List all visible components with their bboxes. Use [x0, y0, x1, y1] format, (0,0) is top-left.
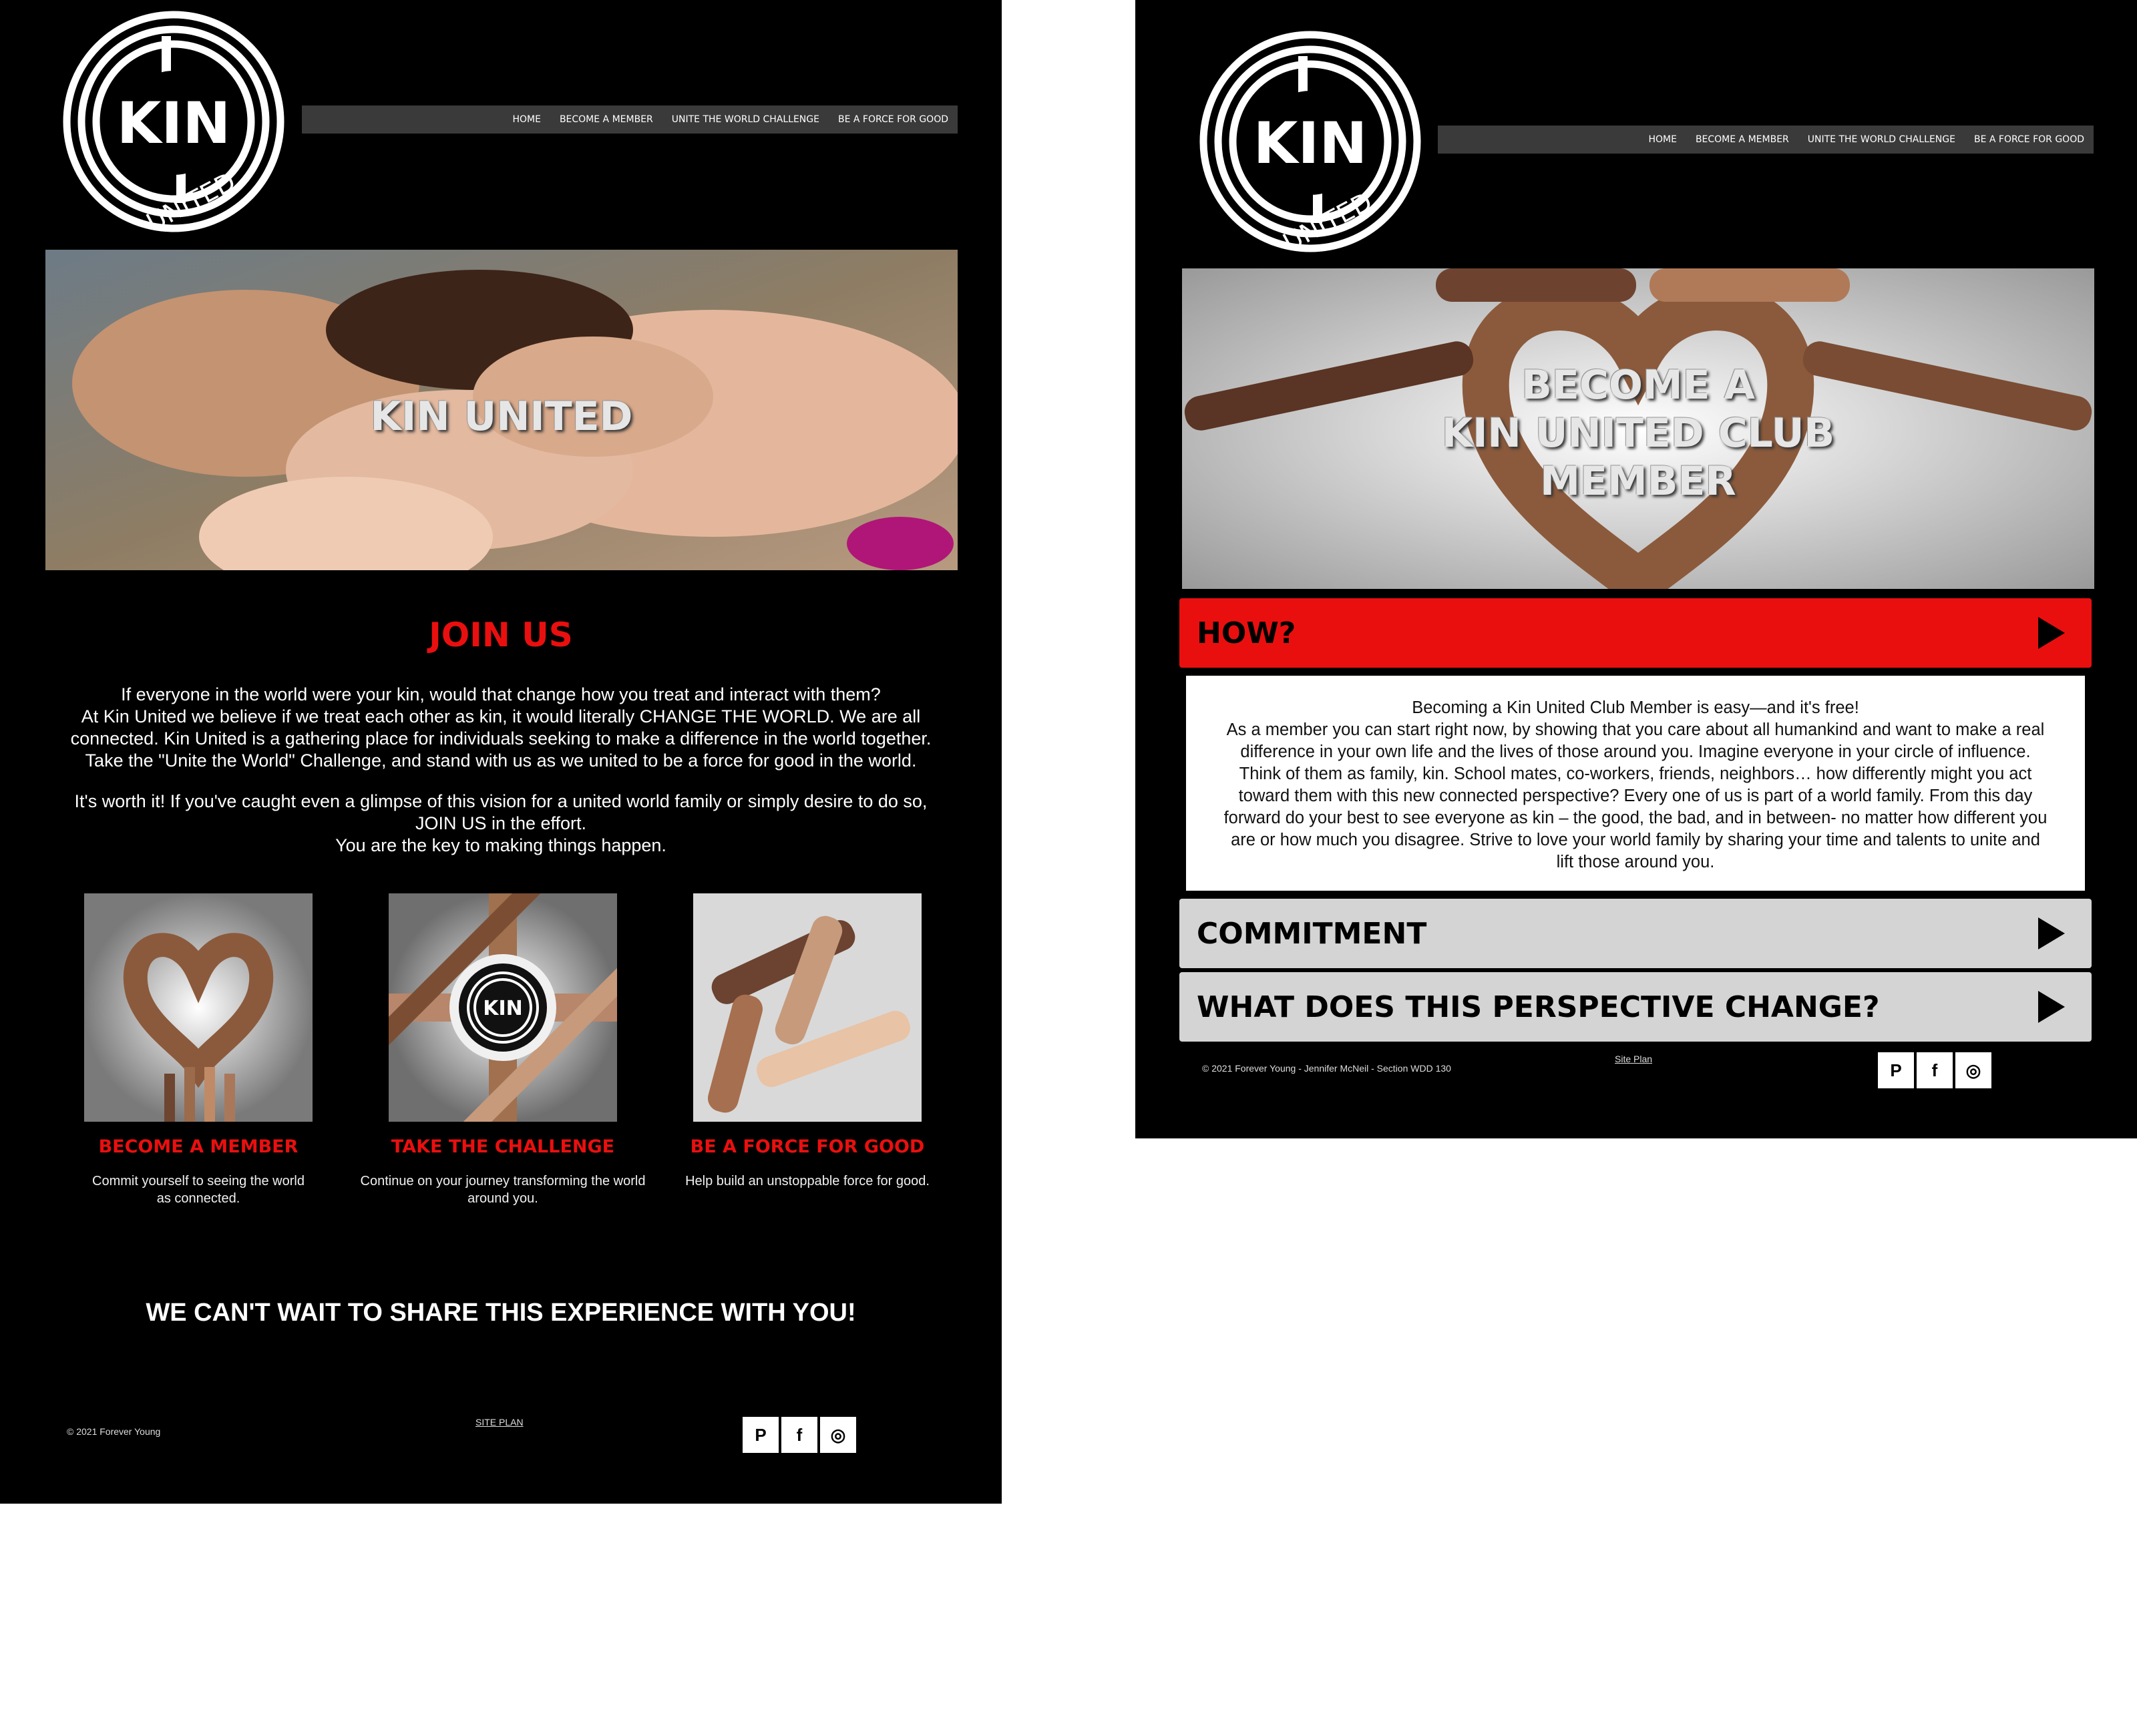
- feature-desc-take-challenge: Continue on your journey transforming th…: [360, 1174, 646, 1206]
- pinterest-icon[interactable]: P: [743, 1417, 779, 1453]
- how-line: Becoming a Kin United Club Member is eas…: [1412, 698, 1859, 717]
- kin-united-logo[interactable]: KIN UNITED: [1198, 29, 1422, 258]
- nav-force-for-good[interactable]: BE A FORCE FOR GOOD: [838, 114, 948, 125]
- social-links: P f ◎: [743, 1417, 856, 1453]
- main-nav: HOME BECOME A MEMBER UNITE THE WORLD CHA…: [1438, 126, 2094, 154]
- nav-become-member[interactable]: BECOME A MEMBER: [1696, 134, 1789, 145]
- worth-it-line: You are the key to making things happen.: [335, 835, 666, 855]
- instagram-icon[interactable]: ◎: [820, 1417, 856, 1453]
- feature-linked-arms-image[interactable]: [693, 893, 922, 1122]
- how-line: As a member you can start right now, by …: [1226, 720, 2045, 739]
- how-line: difference in your own life and the live…: [1240, 742, 2031, 761]
- cta-heading: WE CAN'T WAIT TO SHARE THIS EXPERIENCE W…: [146, 1299, 856, 1327]
- hero-title-line: MEMBER: [1540, 458, 1736, 505]
- footer-copyright: © 2021 Forever Young - Jennifer McNeil -…: [1202, 1063, 1451, 1074]
- hero-banner: BECOME A KIN UNITED CLUB MEMBER: [1182, 268, 2094, 589]
- logo-word-kin: KIN: [1253, 110, 1368, 177]
- how-line: toward them with this new connected pers…: [1238, 787, 2033, 805]
- facebook-icon[interactable]: f: [1917, 1052, 1953, 1088]
- play-arrow-icon: [2038, 917, 2065, 949]
- how-line: are or how much you disagree. Strive to …: [1231, 831, 2040, 849]
- how-line: Think of them as family, kin. School mat…: [1239, 765, 2032, 783]
- site-plan-link[interactable]: Site Plan: [1615, 1054, 1652, 1064]
- worth-it-line: JOIN US in the effort.: [415, 813, 587, 833]
- hero-title-line: KIN UNITED CLUB: [1441, 410, 1835, 457]
- feature-heart-hands-image[interactable]: [84, 893, 313, 1122]
- accordion-title: COMMITMENT: [1197, 916, 1427, 951]
- intro-line: At Kin United we believe if we treat eac…: [81, 706, 921, 726]
- nav-unite-challenge[interactable]: UNITE THE WORLD CHALLENGE: [1808, 134, 1955, 145]
- logo-word-kin: KIN: [117, 90, 231, 157]
- intro-line: If everyone in the world were your kin, …: [121, 684, 881, 704]
- nav-home[interactable]: HOME: [512, 114, 540, 125]
- feature-title-force-for-good[interactable]: BE A FORCE FOR GOOD: [654, 1136, 961, 1157]
- intro-paragraph: If everyone in the world were your kin, …: [60, 684, 942, 772]
- hero-title-line: BECOME A: [1521, 362, 1755, 409]
- nav-force-for-good[interactable]: BE A FORCE FOR GOOD: [1974, 134, 2084, 145]
- how-line: lift those around you.: [1556, 853, 1715, 871]
- become-member-page: KIN UNITED HOME BECOME A MEMBER UNITE TH…: [1135, 0, 2137, 1138]
- feature-title-become-member[interactable]: BECOME A MEMBER: [45, 1136, 352, 1157]
- footer-copyright: © 2021 Forever Young: [67, 1426, 161, 1437]
- home-page: KIN UNITED HOME BECOME A MEMBER UNITE TH…: [0, 0, 1002, 1504]
- site-plan-link[interactable]: SITE PLAN: [475, 1417, 524, 1428]
- accordion-title: WHAT DOES THIS PERSPECTIVE CHANGE?: [1197, 990, 1880, 1024]
- accordion-perspective-header[interactable]: WHAT DOES THIS PERSPECTIVE CHANGE?: [1179, 972, 2092, 1042]
- play-arrow-icon: [2038, 617, 2065, 649]
- feature-desc-become-member: Commit yourself to seeing the world as c…: [92, 1174, 305, 1206]
- feature-challenge-hands-image[interactable]: KIN: [389, 893, 617, 1122]
- worth-it-paragraph: It's worth it! If you've caught even a g…: [60, 791, 942, 857]
- intro-line: connected. Kin United is a gathering pla…: [70, 728, 932, 748]
- worth-it-line: It's worth it! If you've caught even a g…: [74, 791, 928, 811]
- accordion-how-content: Becoming a Kin United Club Member is eas…: [1186, 676, 2085, 891]
- mini-logo-kin: KIN: [483, 997, 523, 1020]
- nav-home[interactable]: HOME: [1648, 134, 1676, 145]
- main-nav: HOME BECOME A MEMBER UNITE THE WORLD CHA…: [302, 105, 958, 134]
- facebook-icon[interactable]: f: [781, 1417, 817, 1453]
- play-arrow-icon: [2038, 991, 2065, 1023]
- accordion-how-header[interactable]: HOW?: [1179, 598, 2092, 668]
- kin-united-logo[interactable]: KIN UNITED: [61, 9, 286, 238]
- join-us-heading: JOIN US: [429, 616, 573, 654]
- feature-title-take-challenge[interactable]: TAKE THE CHALLENGE: [349, 1136, 656, 1157]
- nav-unite-challenge[interactable]: UNITE THE WORLD CHALLENGE: [672, 114, 819, 125]
- accordion-title: HOW?: [1197, 616, 1296, 650]
- pinterest-icon[interactable]: P: [1878, 1052, 1914, 1088]
- social-links: P f ◎: [1878, 1052, 1991, 1088]
- intro-line: Take the "Unite the World" Challenge, an…: [85, 750, 917, 771]
- accordion-commitment-header[interactable]: COMMITMENT: [1179, 899, 2092, 968]
- how-line: forward do your best to see everyone as …: [1223, 809, 2048, 827]
- instagram-icon[interactable]: ◎: [1955, 1052, 1991, 1088]
- feature-desc-force-for-good: Help build an unstoppable force for good…: [685, 1174, 930, 1188]
- hero-banner: KIN UNITED: [45, 250, 958, 570]
- nav-become-member[interactable]: BECOME A MEMBER: [560, 114, 653, 125]
- hero-title: KIN UNITED: [370, 393, 633, 440]
